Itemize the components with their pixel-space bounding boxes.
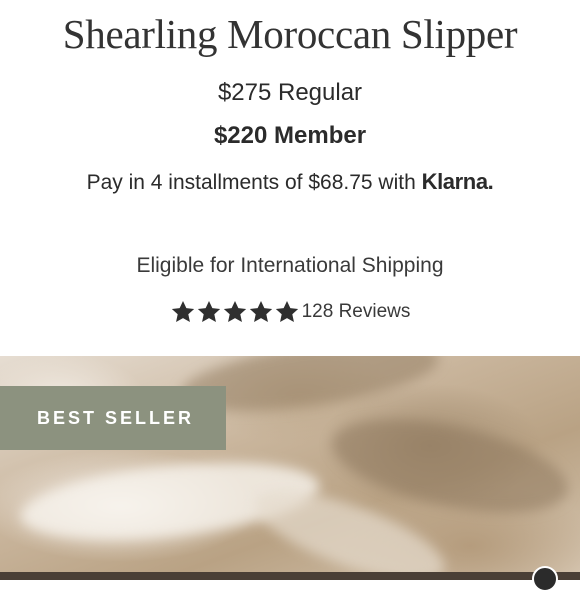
rating-summary[interactable]: 128 Reviews bbox=[0, 296, 580, 328]
review-count-link[interactable]: 128 Reviews bbox=[302, 301, 411, 323]
best-seller-badge: BEST SELLER bbox=[0, 386, 226, 450]
shipping-eligibility: Eligible for International Shipping bbox=[136, 254, 444, 277]
regular-price: $275 Regular bbox=[217, 79, 363, 106]
product-info: Shearling Moroccan Slipper $275 Regular … bbox=[0, 0, 580, 356]
star-icon bbox=[274, 299, 300, 325]
bottom-bar bbox=[0, 572, 580, 580]
star-rating bbox=[170, 299, 300, 325]
installments-info: Pay in 4 installments of $68.75 with Kla… bbox=[0, 168, 580, 197]
klarna-logo[interactable]: Klarna. bbox=[422, 169, 494, 194]
star-icon bbox=[170, 299, 196, 325]
product-image[interactable]: BEST SELLER bbox=[0, 356, 580, 580]
installments-text: Pay in 4 installments of $68.75 with bbox=[86, 171, 416, 194]
star-icon bbox=[196, 299, 222, 325]
star-icon bbox=[222, 299, 248, 325]
carousel-indicator[interactable] bbox=[532, 566, 558, 592]
product-title: Shearling Moroccan Slipper bbox=[62, 11, 518, 57]
star-icon bbox=[248, 299, 274, 325]
member-price: $220 Member bbox=[213, 122, 367, 149]
